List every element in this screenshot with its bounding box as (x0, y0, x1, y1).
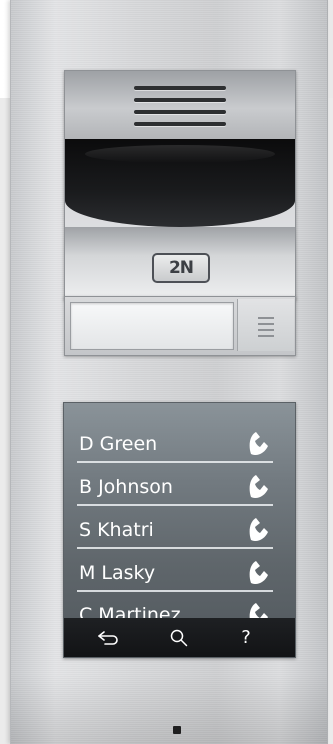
brand-logo: 2N (152, 253, 210, 283)
speaker-slot (134, 98, 226, 102)
speaker-slot (134, 122, 226, 126)
contact-name: D Green (79, 433, 158, 455)
call-button[interactable] (237, 299, 294, 351)
phone-icon[interactable] (245, 516, 271, 544)
button-line (258, 329, 274, 331)
camera-glint (85, 145, 275, 163)
search-icon (170, 629, 188, 646)
logo-area: 2N (65, 227, 295, 299)
button-line (258, 335, 274, 337)
speaker-slot (134, 86, 226, 90)
back-button[interactable] (88, 618, 128, 657)
speaker-slot (134, 110, 226, 114)
name-tag-label (70, 302, 234, 350)
help-button[interactable]: ? (226, 618, 266, 657)
contact-name: S Khatri (79, 519, 154, 541)
button-line (258, 317, 274, 319)
contact-name: B Johnson (79, 476, 173, 498)
phone-icon[interactable] (245, 430, 271, 458)
contact-list: D Green B Johnson S Khatri M Lasky C Mar (64, 403, 295, 634)
touch-display: D Green B Johnson S Khatri M Lasky C Mar (63, 402, 296, 658)
contact-name: M Lasky (79, 562, 156, 584)
contact-row[interactable]: D Green (77, 427, 273, 463)
back-arrow-icon (98, 630, 118, 645)
speaker-grille (65, 71, 295, 140)
panel-shade (11, 674, 327, 744)
contact-row[interactable]: S Khatri (77, 513, 273, 549)
camera-module: 2N (64, 70, 296, 300)
camera-window (65, 139, 295, 227)
phone-icon[interactable] (245, 559, 271, 587)
status-led (173, 726, 181, 734)
phone-icon[interactable] (245, 473, 271, 501)
navigation-bar: ? (64, 618, 295, 657)
button-line (258, 323, 274, 325)
call-button-module[interactable] (64, 296, 296, 356)
contact-row[interactable]: B Johnson (77, 470, 273, 506)
search-button[interactable] (159, 618, 199, 657)
contact-row[interactable]: M Lasky (77, 556, 273, 592)
